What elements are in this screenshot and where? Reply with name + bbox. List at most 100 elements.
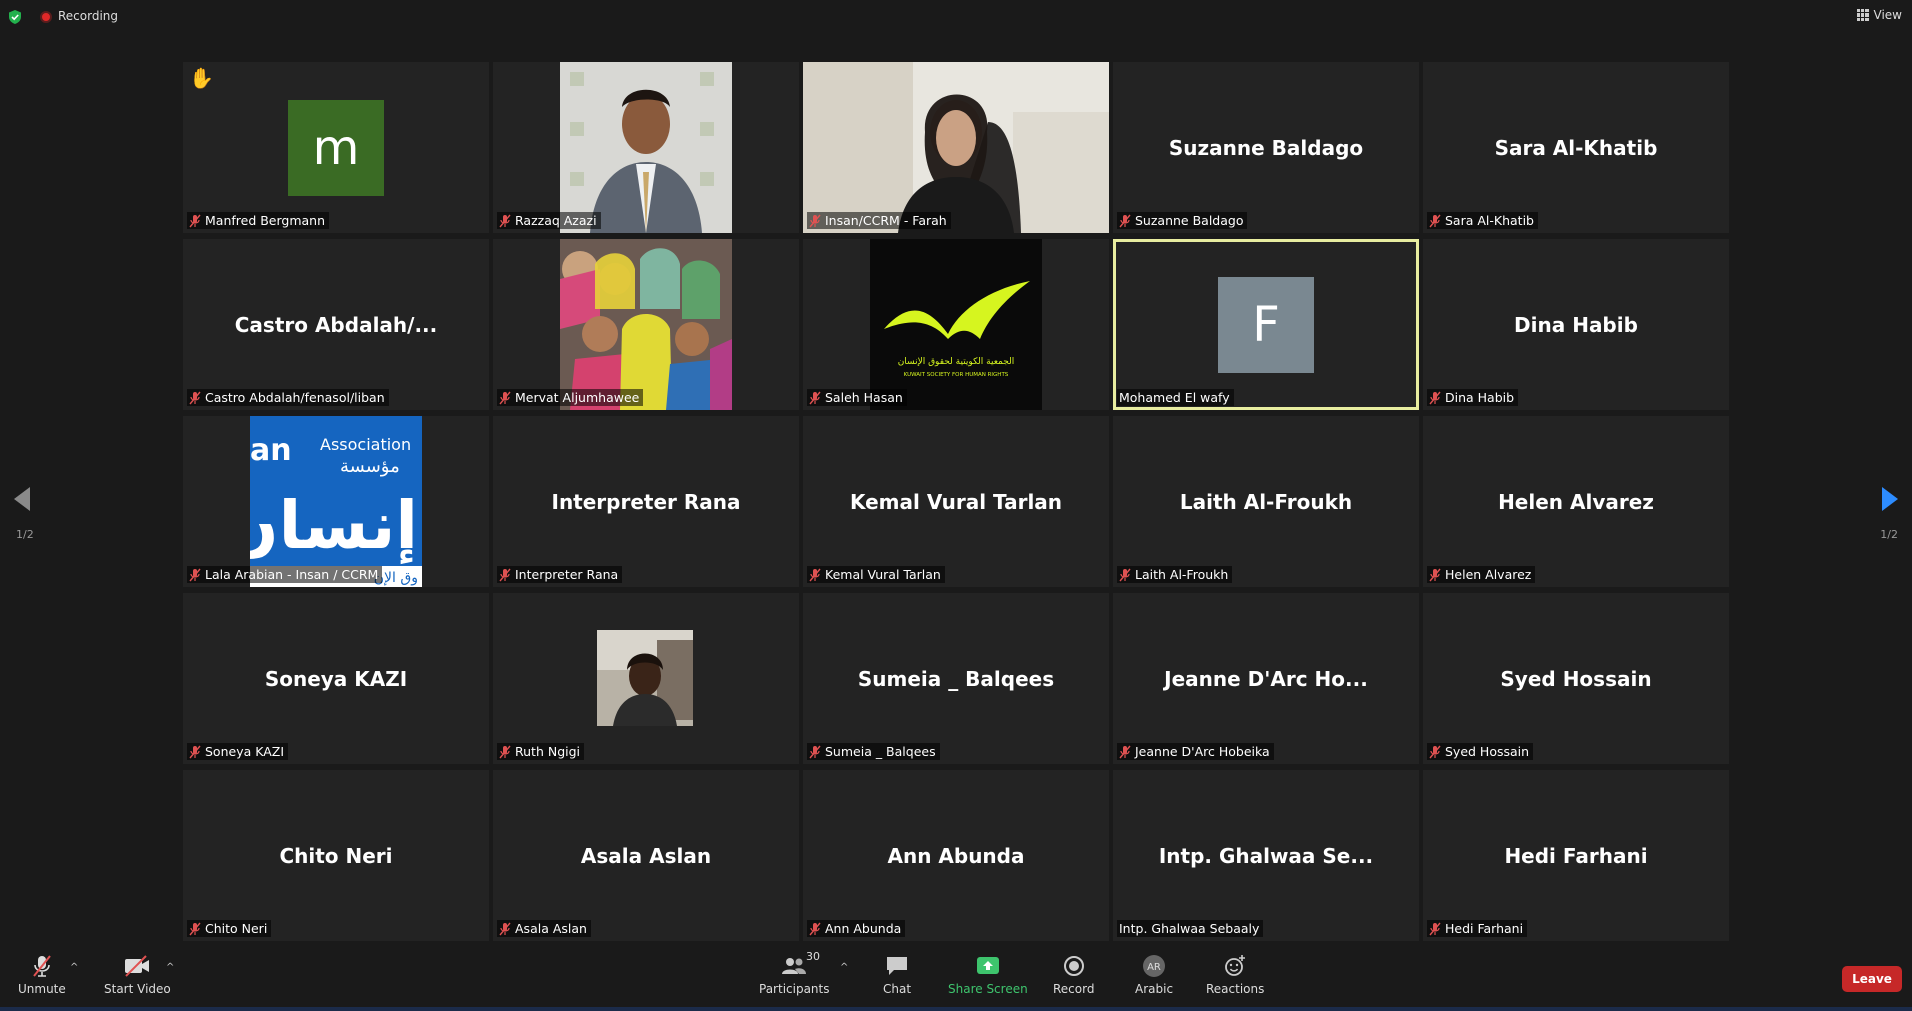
participant-tile[interactable]: Intp. Ghalwaa Se... Intp. Ghalwaa Sebaal… <box>1113 770 1419 941</box>
encryption-shield-icon[interactable] <box>8 10 22 24</box>
participant-name-label: Mervat Aljumhawee <box>497 389 644 406</box>
reactions-button[interactable]: Reactions <box>1206 954 1264 996</box>
recording-label[interactable]: Recording <box>58 9 118 23</box>
participant-display-name: Sumeia _ Balqees <box>857 666 1055 691</box>
recording-indicator-icon <box>40 11 52 23</box>
participant-tile[interactable]: Ruth Ngigi <box>493 593 799 764</box>
mic-muted-icon <box>809 390 821 405</box>
participant-display-name: Asala Aslan <box>580 843 712 868</box>
participant-tile[interactable]: Castro Abdalah/... Castro Abdalah/fenaso… <box>183 239 489 410</box>
participant-display-name: Jeanne D'Arc Ho... <box>1164 666 1368 691</box>
mic-muted-icon <box>809 567 821 582</box>
mic-muted-icon <box>809 921 821 936</box>
participant-tile[interactable]: Chito Neri Chito Neri <box>183 770 489 941</box>
language-interpretation-button[interactable]: AR Arabic <box>1135 954 1173 996</box>
participant-tile[interactable]: Syed Hossain Syed Hossain <box>1423 593 1729 764</box>
svg-text:an: an <box>250 433 292 468</box>
record-icon <box>1063 956 1084 976</box>
participant-tile[interactable]: Hedi Farhani Hedi Farhani <box>1423 770 1729 941</box>
mic-muted-icon <box>499 744 511 759</box>
participant-tile[interactable]: ✋ m Manfred Bergmann <box>183 62 489 233</box>
next-page-arrow-icon[interactable] <box>1880 485 1900 513</box>
view-label: View <box>1873 8 1902 22</box>
participant-tile[interactable]: Kemal Vural Tarlan Kemal Vural Tarlan <box>803 416 1109 587</box>
mic-muted-icon <box>1429 390 1441 405</box>
unmute-label: Unmute <box>18 982 66 996</box>
participant-name-label: Castro Abdalah/fenasol/liban <box>187 389 389 406</box>
participant-name-label: Mohamed El wafy <box>1117 389 1234 406</box>
svg-text:KUWAIT SOCIETY FOR HUMAN RIGHT: KUWAIT SOCIETY FOR HUMAN RIGHTS <box>904 372 1009 378</box>
participant-display-name: Dina Habib <box>1514 312 1638 337</box>
participant-name-label: Dina Habib <box>1427 389 1519 406</box>
svg-text:Association: Association <box>320 435 411 454</box>
participant-name-label: Ann Abunda <box>807 920 906 937</box>
participant-tile[interactable]: Mervat Aljumhawee <box>493 239 799 410</box>
unmute-button[interactable]: Unmute <box>18 954 66 996</box>
kuwait-society-logo: الجمعية الكويتية لحقوق الإنسان KUWAIT SO… <box>870 239 1042 410</box>
start-video-label: Start Video <box>104 982 171 996</box>
participant-tile[interactable]: Soneya KAZI Soneya KAZI <box>183 593 489 764</box>
participant-tile[interactable]: Razzaq Azazi <box>493 62 799 233</box>
participant-video <box>560 62 732 233</box>
mic-muted-icon <box>1119 744 1131 759</box>
participant-tile[interactable]: Jeanne D'Arc Ho... Jeanne D'Arc Hobeika <box>1113 593 1419 764</box>
participants-options-caret[interactable]: ^ <box>840 962 848 973</box>
share-screen-label: Share Screen <box>948 982 1028 996</box>
participant-tile[interactable]: Sumeia _ Balqees Sumeia _ Balqees <box>803 593 1109 764</box>
svg-text:الجمعية الكويتية لحقوق الإنسان: الجمعية الكويتية لحقوق الإنسان <box>898 357 1015 367</box>
participant-display-name: Sara Al-Khatib <box>1494 135 1658 160</box>
audio-options-caret[interactable]: ^ <box>70 962 78 973</box>
participant-tile[interactable]: Suzanne Baldago Suzanne Baldago <box>1113 62 1419 233</box>
participants-count: 30 <box>806 950 820 963</box>
mic-muted-icon <box>189 213 201 228</box>
participant-name-label: Lala Arabian - Insan / CCRM <box>187 566 383 583</box>
previous-page-arrow-icon[interactable] <box>12 485 32 513</box>
participant-name-label: Asala Aslan <box>497 920 591 937</box>
language-label: Arabic <box>1135 982 1174 996</box>
participant-name-label: Saleh Hasan <box>807 389 907 406</box>
participant-tile[interactable]: Dina Habib Dina Habib <box>1423 239 1729 410</box>
participant-tile[interactable]: Interpreter Rana Interpreter Rana <box>493 416 799 587</box>
participant-tile-active-speaker[interactable]: F Mohamed El wafy <box>1113 239 1419 410</box>
participant-tile[interactable]: Sara Al-Khatib Sara Al-Khatib <box>1423 62 1729 233</box>
participant-name-label: Soneya KAZI <box>187 743 289 760</box>
mic-muted-icon <box>189 744 201 759</box>
participant-display-name: Ann Abunda <box>887 843 1025 868</box>
participant-photo <box>560 239 732 410</box>
page-indicator-right: 1/2 <box>1880 528 1898 541</box>
participant-name-label: Sara Al-Khatib <box>1427 212 1538 229</box>
record-button[interactable]: Record <box>1053 954 1094 996</box>
participant-tile[interactable]: an Association مؤسسة إنسان وق الإن Lala … <box>183 416 489 587</box>
leave-meeting-button[interactable]: Leave <box>1842 966 1902 992</box>
video-options-caret[interactable]: ^ <box>166 962 174 973</box>
participant-tile[interactable]: Asala Aslan Asala Aslan <box>493 770 799 941</box>
mic-muted-icon <box>1429 921 1441 936</box>
mic-muted-icon <box>1429 567 1441 582</box>
participant-name-label: Insan/CCRM - Farah <box>807 212 951 229</box>
participant-display-name: Syed Hossain <box>1500 666 1652 691</box>
view-button[interactable]: View <box>1856 8 1902 22</box>
participant-tile[interactable]: Ann Abunda Ann Abunda <box>803 770 1109 941</box>
participant-name-label: Manfred Bergmann <box>187 212 330 229</box>
bottom-border <box>0 1007 1912 1011</box>
participant-tile[interactable]: الجمعية الكويتية لحقوق الإنسان KUWAIT SO… <box>803 239 1109 410</box>
participant-tile[interactable]: Laith Al-Froukh Laith Al-Froukh <box>1113 416 1419 587</box>
participant-display-name: Castro Abdalah/... <box>234 312 438 337</box>
participant-display-name: Kemal Vural Tarlan <box>849 489 1063 514</box>
svg-text:مؤسسة: مؤسسة <box>340 456 400 477</box>
share-screen-button[interactable]: Share Screen <box>948 954 1028 996</box>
share-screen-icon <box>976 957 999 974</box>
participant-display-name: Helen Alvarez <box>1498 489 1654 514</box>
record-label: Record <box>1053 982 1095 996</box>
participant-tile[interactable]: Helen Alvarez Helen Alvarez <box>1423 416 1729 587</box>
participant-name-label: Sumeia _ Balqees <box>807 743 940 760</box>
start-video-button[interactable]: Start Video <box>104 954 171 996</box>
participant-name-label: Helen Alvarez <box>1427 566 1536 583</box>
participant-name-label: Syed Hossain <box>1427 743 1534 760</box>
mic-muted-icon <box>189 390 201 405</box>
chat-button[interactable]: Chat <box>883 954 911 996</box>
participant-name-label: Hedi Farhani <box>1427 920 1528 937</box>
participant-tile[interactable]: Insan/CCRM - Farah <box>803 62 1109 233</box>
mic-muted-icon <box>499 390 511 405</box>
svg-text:إنسان: إنسان <box>250 487 418 565</box>
